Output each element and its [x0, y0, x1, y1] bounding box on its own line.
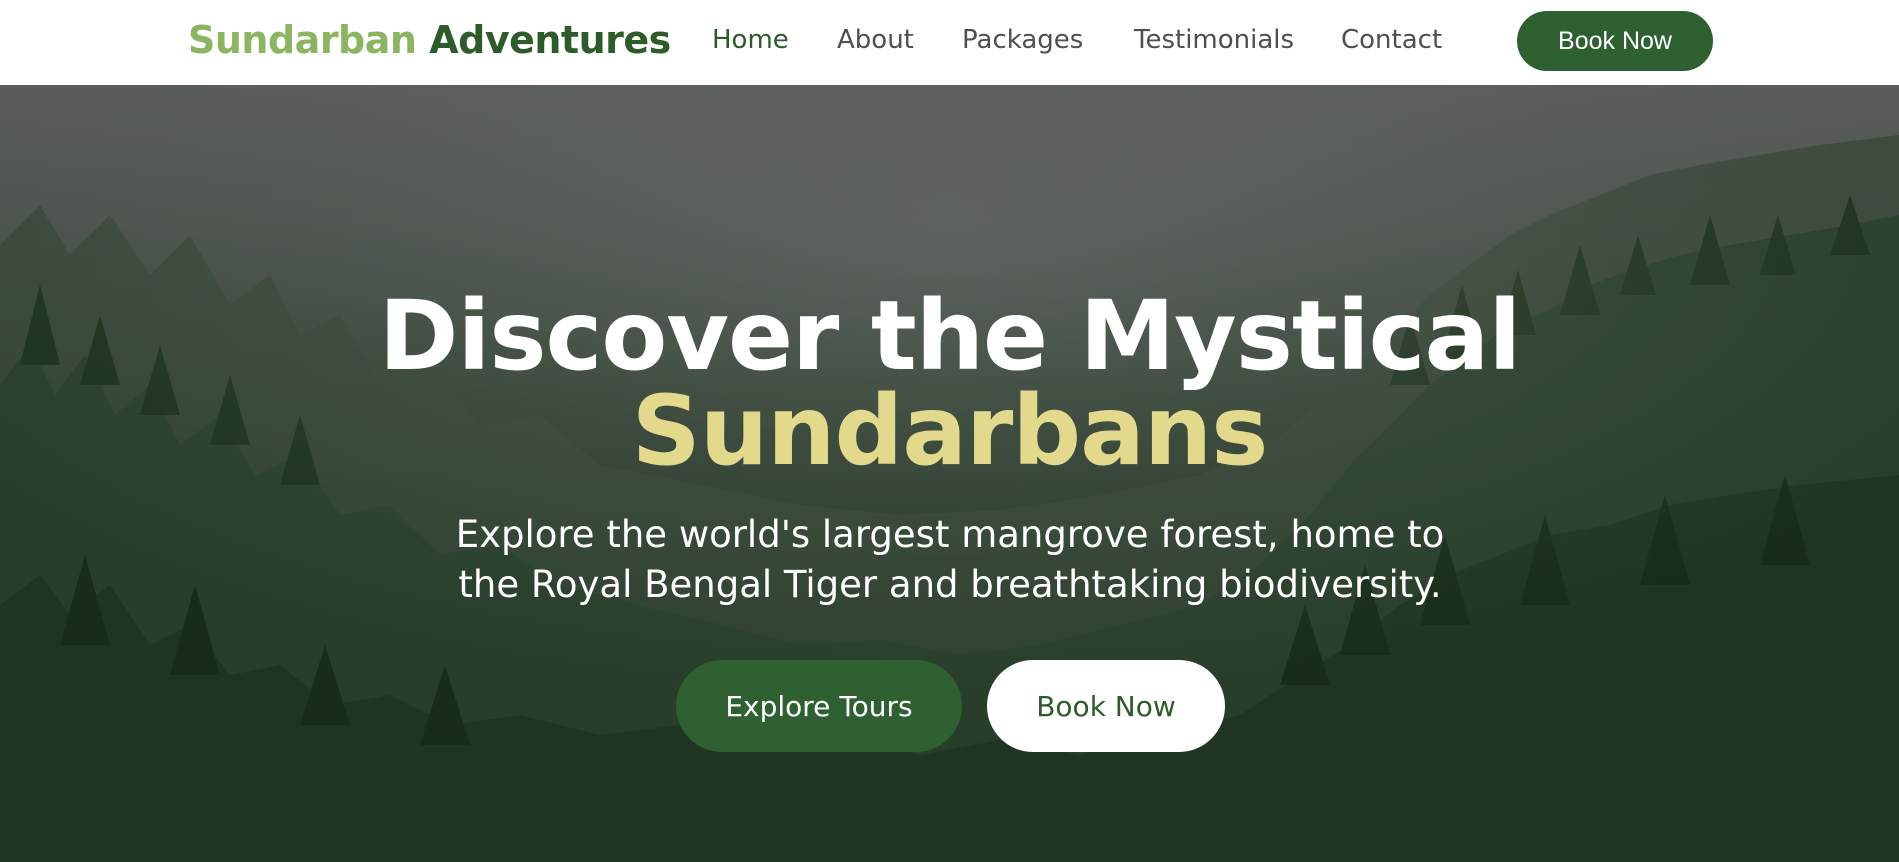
logo-text-sundarban: Sundarban [188, 18, 417, 62]
hero-title-line2: Sundarbans [631, 375, 1269, 487]
site-logo[interactable]: Sundarban Adventures [188, 18, 671, 62]
explore-tours-button[interactable]: Explore Tours [676, 660, 962, 752]
logo-text-adventures: Adventures [429, 18, 671, 62]
nav-link-packages[interactable]: Packages [962, 25, 1083, 55]
hero-subtitle: Explore the world's largest mangrove for… [455, 513, 1445, 606]
hero-section: Discover the Mystical Sundarbans Explore… [0, 85, 1899, 862]
nav-link-testimonials[interactable]: Testimonials [1134, 25, 1294, 55]
nav-link-about[interactable]: About [837, 25, 914, 55]
nav-link-home[interactable]: Home [712, 25, 789, 55]
site-header: Sundarban Adventures Home About Packages… [0, 0, 1899, 85]
header-book-now-button[interactable]: Book Now [1517, 11, 1713, 71]
hero-book-now-button[interactable]: Book Now [987, 660, 1225, 752]
nav-link-contact[interactable]: Contact [1341, 25, 1442, 55]
